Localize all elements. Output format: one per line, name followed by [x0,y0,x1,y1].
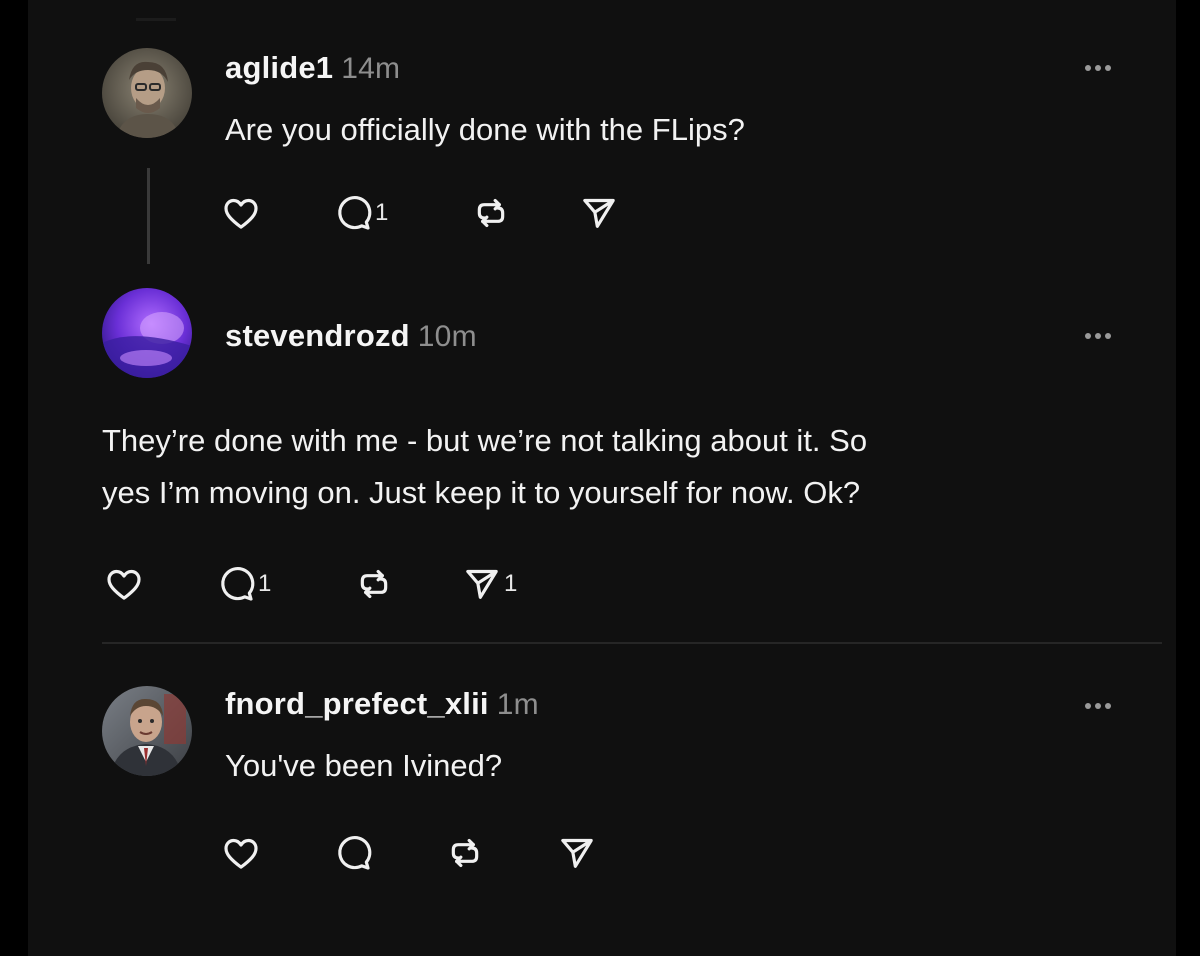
post-text: Are you officially done with the FLips? [225,104,745,156]
share-button[interactable] [579,188,639,238]
avatar-image [102,48,192,138]
action-bar [221,828,617,878]
username[interactable]: stevendrozd 10m [225,318,477,354]
post-text-line: yes I’m moving on. Just keep it to yours… [102,475,861,510]
post-text: They’re done with me - but we’re not tal… [102,415,867,519]
post-stevendrozd[interactable]: stevendrozd 10m They’re done with me - bu… [28,270,1176,642]
action-bar: 1 [221,188,639,238]
avatar-image [102,686,192,776]
timestamp: 14m [341,52,401,85]
post-text: You've been Ivined? [225,740,502,792]
username[interactable]: aglide1 14m [225,50,400,86]
timestamp: 1m [496,688,539,721]
repost-button[interactable] [354,559,462,609]
repost-button[interactable] [445,828,557,878]
comment-icon [338,836,372,870]
heart-icon [107,569,141,600]
reply-count: 1 [258,570,272,597]
more-icon[interactable] [1078,696,1118,716]
comment-icon [221,567,255,601]
repost-icon [360,569,388,599]
post-aglide1[interactable]: aglide1 14m Are you officially done with … [28,0,1176,270]
post-text-line: You've been Ivined? [225,748,503,783]
username-text[interactable]: stevendrozd [225,318,410,353]
timestamp: 10m [417,320,477,353]
threads-feed: aglide1 14m Are you officially done with … [28,0,1176,956]
avatar-image [102,288,192,378]
share-count: 1 [504,570,518,597]
avatar[interactable] [102,48,192,138]
reply-count: 1 [375,199,389,226]
reply-button[interactable] [333,828,445,878]
send-icon [583,198,615,228]
username-text[interactable]: aglide1 [225,50,333,85]
repost-icon [477,198,505,228]
more-icon[interactable] [1078,326,1118,346]
repost-button[interactable] [471,188,579,238]
post-text-line: They’re done with me - but we’re not tal… [102,423,868,458]
avatar[interactable] [102,288,192,378]
thread-connector-line [147,168,150,264]
heart-icon [224,838,258,869]
share-button[interactable] [557,828,617,878]
send-icon [466,569,498,599]
share-button[interactable]: 1 [462,559,542,609]
like-button[interactable] [221,828,333,878]
username[interactable]: fnord_prefect_xlii 1m [225,686,539,722]
repost-icon [451,838,479,868]
avatar[interactable] [102,686,192,776]
like-button[interactable] [221,188,333,238]
post-text-line: Are you officially done with the FLips? [225,112,745,147]
post-fnord_prefect_xlii[interactable]: fnord_prefect_xlii 1m You've been Ivined? [28,644,1176,956]
like-button[interactable] [104,559,216,609]
username-text[interactable]: fnord_prefect_xlii [225,686,489,721]
reply-button[interactable]: 1 [216,559,354,609]
action-bar: 1 1 [104,559,542,609]
heart-icon [224,198,258,229]
send-icon [561,838,593,868]
more-icon[interactable] [1078,58,1118,78]
reply-button[interactable]: 1 [333,188,471,238]
comment-icon [338,196,372,230]
